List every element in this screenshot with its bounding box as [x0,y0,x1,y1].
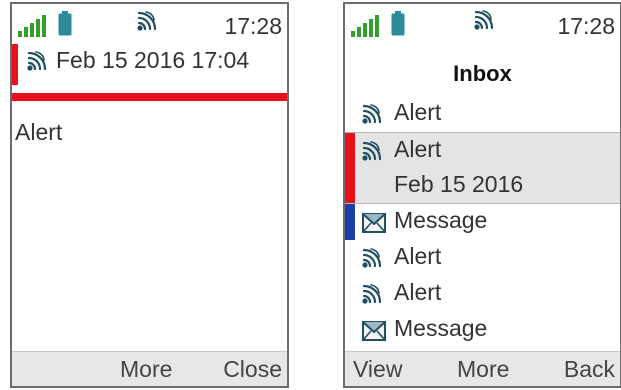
status-bar: 17:28 [345,4,620,40]
alert-wave-icon [473,9,494,31]
back-softkey[interactable]: Back [564,356,615,383]
status-time: 17:28 [224,13,282,39]
signal-icon [351,15,379,37]
message-header: Feb 15 2016 17:04 [12,44,287,101]
inbox-list: Alert Alert Feb 15 2016 Message Alert Al… [345,96,620,348]
message-body: Alert [15,119,63,145]
view-softkey[interactable]: View [353,356,402,383]
more-softkey[interactable]: More [120,356,172,383]
message-date: Feb 15 2016 17:04 [56,47,250,73]
inbox-screen: 17:28 Inbox Alert Alert Feb 15 2016 Mess… [343,2,621,388]
inbox-item-alert[interactable]: Alert [345,96,620,132]
item-label: Alert [394,136,442,162]
alert-wave-icon [361,247,382,269]
inbox-title: Inbox [453,61,512,86]
message-marker [345,204,355,240]
item-label: Message [394,207,488,233]
inbox-item-alert[interactable]: Alert [345,240,620,276]
battery-icon [391,11,405,36]
status-bar: 17:28 [12,4,287,40]
inbox-item-alert[interactable]: Alert [345,276,620,312]
close-softkey[interactable]: Close [223,356,282,383]
alert-marker [345,133,355,203]
inbox-item-message[interactable]: Message [345,312,620,348]
message-view-screen: 17:28 Feb 15 2016 17:04 Alert More Close [10,2,289,388]
alert-marker [12,44,18,85]
softkey-bar: More Close [12,351,287,386]
alert-wave-icon [361,283,382,305]
inbox-item-message[interactable]: Message [345,204,620,240]
signal-icon [18,15,46,37]
battery-icon [58,11,72,36]
item-date: Feb 15 2016 [394,171,524,197]
envelope-icon [362,321,386,341]
alert-wave-icon [136,10,157,32]
item-label: Message [394,315,488,341]
more-softkey[interactable]: More [457,356,509,383]
item-label: Alert [394,279,442,305]
alert-underline [12,93,287,101]
alert-wave-icon [26,50,47,72]
envelope-icon [362,213,386,233]
inbox-item-alert-selected[interactable]: Alert Feb 15 2016 [345,132,620,204]
item-label: Alert [394,243,442,269]
softkey-bar: View More Back [345,351,620,386]
alert-wave-icon [361,140,382,162]
item-label: Alert [394,99,442,125]
status-time: 17:28 [557,13,615,39]
alert-wave-icon [361,103,382,125]
